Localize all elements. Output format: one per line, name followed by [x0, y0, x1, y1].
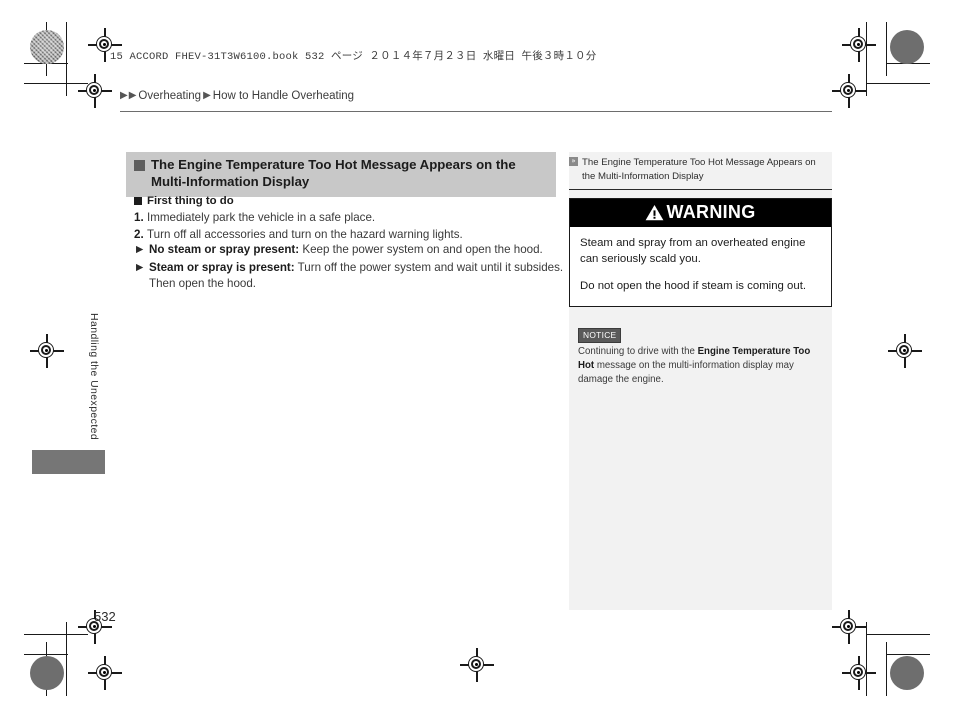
- notice-block: NOTICE Continuing to drive with the Engi…: [569, 325, 832, 386]
- crop-mark-line: [886, 642, 888, 696]
- warning-body: Steam and spray from an overheated engin…: [570, 227, 831, 306]
- registration-mark-icon: [832, 610, 866, 644]
- crop-mark-line: [866, 634, 930, 636]
- double-chevron-icon: »: [569, 157, 578, 166]
- warning-paragraph: Steam and spray from an overheated engin…: [580, 237, 806, 265]
- bullet-list: ▶ No steam or spray present: Keep the po…: [136, 242, 566, 294]
- manual-page: 15 ACCORD FHEV-31T3W6100.book 532 ページ ２０…: [0, 0, 954, 718]
- warning-box: WARNING Steam and spray from an overheat…: [569, 198, 832, 308]
- step-number: 1.: [134, 211, 144, 224]
- registration-mark-icon: [842, 28, 876, 62]
- steps-list: 1. Immediately park the vehicle in a saf…: [134, 210, 564, 244]
- color-registration-dot: [890, 30, 924, 64]
- registration-mark-icon: [30, 334, 64, 368]
- bullet-body: Keep the power system on and open the ho…: [299, 243, 543, 256]
- bullet-text: Steam or spray is present: Turn off the …: [149, 260, 566, 292]
- warning-triangle-icon: [645, 204, 664, 221]
- warning-banner-label: WARNING: [666, 202, 756, 223]
- page-title: The Engine Temperature Too Hot Message A…: [151, 157, 516, 189]
- triangle-bullet-icon: ▶: [136, 261, 144, 273]
- registration-mark-icon: [88, 656, 122, 690]
- subsection-bullet-icon: [134, 197, 142, 205]
- notice-badge: NOTICE: [578, 328, 622, 344]
- chapter-tab-label: Handling the Unexpected: [88, 313, 100, 441]
- triangle-bullet-icon: ▶: [136, 244, 144, 255]
- breadcrumb-item-overheating[interactable]: Overheating: [138, 90, 201, 102]
- breadcrumb-arrow-icon: ▶: [203, 90, 211, 101]
- header-divider: [120, 111, 832, 112]
- list-item: 2. Turn off all accessories and turn on …: [134, 227, 564, 243]
- warning-banner: WARNING: [570, 199, 831, 228]
- breadcrumb-arrow-icon: ▶: [120, 90, 128, 101]
- section-title-bar: The Engine Temperature Too Hot Message A…: [126, 152, 556, 197]
- registration-mark-icon: [78, 74, 112, 108]
- color-registration-dot: [890, 656, 924, 690]
- print-header-line: 15 ACCORD FHEV-31T3W6100.book 532 ページ ２０…: [110, 51, 597, 63]
- sidebar-divider: [569, 189, 832, 191]
- bullet-label: No steam or spray present:: [149, 243, 300, 256]
- registration-mark-icon: [460, 648, 494, 682]
- bullet-label: Steam or spray is present:: [149, 260, 295, 274]
- step-number: 2.: [134, 227, 144, 241]
- breadcrumb-arrow-icon: ▶: [128, 90, 137, 101]
- registration-mark-icon: [888, 334, 922, 368]
- step-text: Turn off all accessories and turn on the…: [147, 227, 463, 241]
- notice-text-before: Continuing to drive with the: [578, 346, 698, 358]
- bullet-text: No steam or spray present: Keep the powe…: [149, 242, 543, 258]
- section-bullet-icon: [134, 160, 145, 171]
- color-registration-dot: [30, 656, 64, 690]
- registration-mark-icon: [832, 74, 866, 108]
- notice-text: Continuing to drive with the Engine Temp…: [578, 345, 822, 386]
- page-number: 532: [94, 609, 116, 624]
- subsection-title: First thing to do: [134, 195, 234, 207]
- chapter-tab-marker: [32, 450, 105, 474]
- sidebar-title: » The Engine Temperature Too Hot Message…: [569, 152, 832, 188]
- breadcrumb-item-how-to-handle-overheating[interactable]: How to Handle Overheating: [213, 90, 354, 102]
- registration-mark-icon: [842, 656, 876, 690]
- step-text: Immediately park the vehicle in a safe p…: [147, 211, 376, 224]
- color-registration-dot: [30, 30, 64, 64]
- crop-mark-line: [66, 22, 68, 96]
- list-item: ▶ No steam or spray present: Keep the po…: [136, 242, 566, 258]
- warning-paragraph: Do not open the hood if steam is coming …: [580, 279, 807, 292]
- sidebar-title-text: The Engine Temperature Too Hot Message A…: [582, 157, 816, 182]
- list-item: ▶ Steam or spray is present: Turn off th…: [136, 260, 566, 292]
- breadcrumb: ▶ ▶ Overheating ▶ How to Handle Overheat…: [120, 90, 356, 102]
- notice-text-after: message on the multi-information display…: [578, 359, 794, 385]
- crop-mark-line: [866, 83, 930, 85]
- subsection-label: First thing to do: [147, 195, 234, 207]
- list-item: 1. Immediately park the vehicle in a saf…: [134, 210, 564, 226]
- sidebar-panel: » The Engine Temperature Too Hot Message…: [569, 152, 832, 610]
- crop-mark-line: [886, 22, 888, 76]
